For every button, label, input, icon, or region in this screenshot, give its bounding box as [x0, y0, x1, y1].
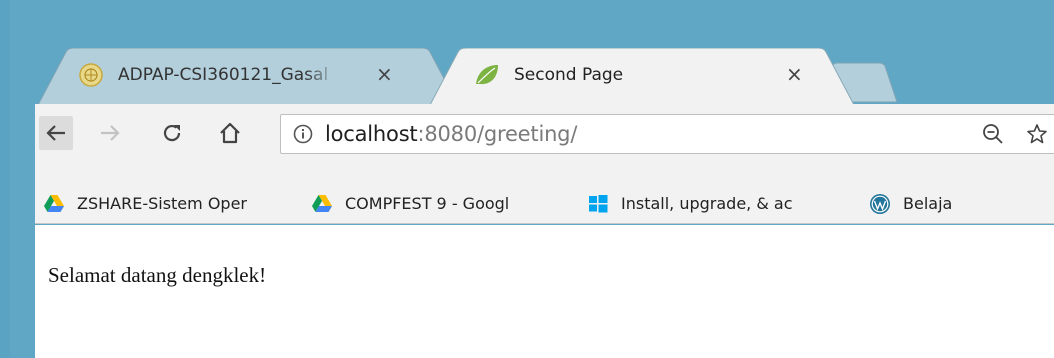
wordpress-icon	[870, 193, 890, 214]
tab-adpap[interactable]: ADPAP-CSI360121_Gasal ×	[38, 48, 458, 105]
tab-second-page[interactable]: Second Page ×	[430, 48, 854, 105]
bookmark-label: ZSHARE-Sistem Oper	[77, 194, 247, 213]
bookmark-label: COMPFEST 9 - Googl	[345, 194, 510, 213]
forward-button[interactable]	[93, 116, 127, 150]
home-icon	[220, 122, 240, 144]
forward-arrow-icon	[101, 125, 120, 141]
bookmark-label: Install, upgrade, & ac	[621, 194, 793, 213]
info-icon[interactable]	[293, 124, 313, 144]
university-seal-icon	[79, 63, 103, 87]
home-button[interactable]	[213, 116, 247, 150]
close-tab-icon[interactable]: ×	[786, 64, 803, 84]
back-arrow-icon	[46, 125, 65, 141]
zoom-out-icon[interactable]	[982, 123, 1004, 145]
tab-title: ADPAP-CSI360121_Gasal	[118, 65, 329, 85]
bookmark-install-upgrade[interactable]: Install, upgrade, & ac	[587, 193, 847, 215]
bookmark-label: Belaja	[903, 194, 953, 213]
google-drive-icon	[44, 194, 64, 212]
windows-icon	[589, 194, 608, 212]
close-tab-icon[interactable]: ×	[376, 64, 393, 84]
url-text[interactable]: localhost:8080/greeting/	[325, 122, 577, 146]
bookmarks-bar: ZSHARE-Sistem Oper COMPFEST 9 - Googl In…	[35, 184, 1054, 224]
spring-leaf-icon	[476, 65, 498, 85]
toolbar: localhost:8080/greeting/	[35, 104, 1054, 184]
google-drive-icon	[312, 194, 332, 212]
back-button[interactable]	[39, 116, 73, 150]
tab-title: Second Page	[514, 65, 624, 85]
browser-window: ADPAP-CSI360121_Gasal × Second Page × lo…	[10, 0, 1054, 358]
url-host: localhost	[325, 122, 418, 146]
page-content: Selamat datang dengklek!	[35, 225, 1054, 358]
address-bar[interactable]: localhost:8080/greeting/	[280, 114, 1054, 154]
bookmark-zshare[interactable]: ZSHARE-Sistem Oper	[43, 193, 285, 215]
url-path: :8080/greeting/	[417, 122, 578, 146]
bookmark-compfest[interactable]: COMPFEST 9 - Googl	[311, 193, 561, 215]
bookmark-belajar[interactable]: Belaja	[869, 193, 952, 215]
bookmark-star-icon[interactable]	[1026, 123, 1048, 145]
tab-strip: ADPAP-CSI360121_Gasal × Second Page ×	[10, 0, 1054, 105]
reload-icon	[163, 124, 181, 142]
greeting-text: Selamat datang dengklek!	[48, 263, 267, 287]
reload-button[interactable]	[155, 116, 189, 150]
